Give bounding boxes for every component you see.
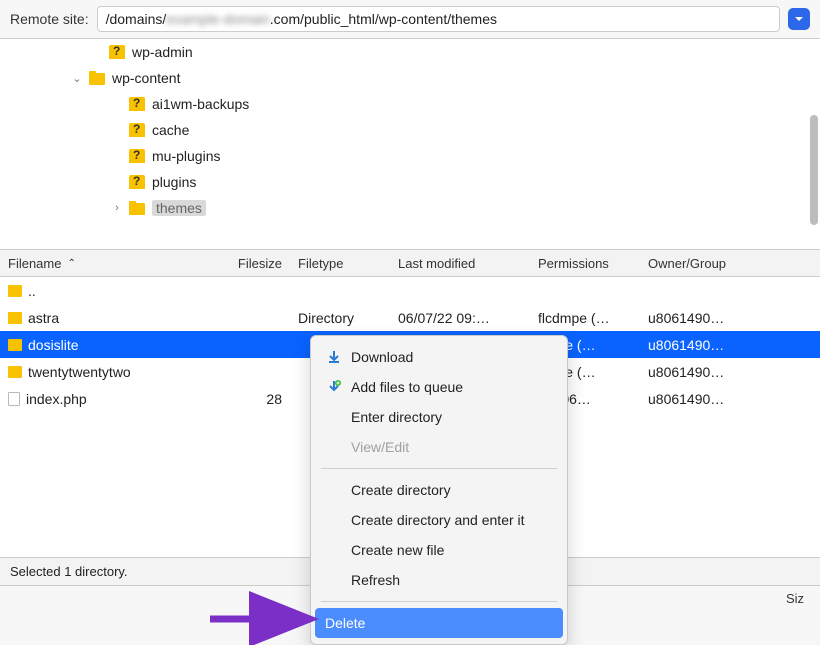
menu-separator xyxy=(321,468,557,469)
menu-item-label: Add files to queue xyxy=(351,379,463,395)
tree-item-ai1wm-backups[interactable]: ai1wm-backups xyxy=(0,91,820,117)
file-name: twentytwentytwo xyxy=(28,364,131,380)
arrow-annotation xyxy=(210,604,320,637)
unknown-folder-icon xyxy=(128,121,146,139)
expander-icon[interactable]: ⌄ xyxy=(70,72,84,85)
table-row[interactable]: .. xyxy=(0,277,820,304)
folder-icon xyxy=(8,312,22,324)
path-suffix: .com/public_html/wp-content/themes xyxy=(270,11,497,27)
menu-item-label: Refresh xyxy=(351,572,400,588)
menu-item-download[interactable]: Download xyxy=(311,342,567,372)
col-filesize[interactable]: Filesize xyxy=(210,256,290,271)
menu-item-label: Delete xyxy=(325,615,365,631)
file-name: astra xyxy=(28,310,59,326)
menu-item-label: View/Edit xyxy=(351,439,409,455)
file-modified: 06/07/22 09:… xyxy=(390,310,530,326)
tree-item-themes[interactable]: › themes xyxy=(0,195,820,221)
tree-item-mu-plugins[interactable]: mu-plugins xyxy=(0,143,820,169)
remote-site-path-bar: Remote site: /domains/example-domain.com… xyxy=(0,0,820,39)
folder-icon xyxy=(128,199,146,217)
menu-item-label: Create directory xyxy=(351,482,451,498)
folder-icon xyxy=(88,69,106,87)
col-owner-group[interactable]: Owner/Group xyxy=(640,256,750,271)
chevron-down-icon xyxy=(794,14,804,24)
context-menu[interactable]: Download Add files to queue Enter director… xyxy=(310,335,568,645)
tree-label: ai1wm-backups xyxy=(152,96,249,112)
tree-label: mu-plugins xyxy=(152,148,220,164)
file-owner: u8061490… xyxy=(640,310,750,326)
tree-label: plugins xyxy=(152,174,196,190)
unknown-folder-icon xyxy=(128,173,146,191)
folder-icon xyxy=(8,339,22,351)
remote-site-label: Remote site: xyxy=(10,11,89,27)
table-row[interactable]: astra Directory06/07/22 09:…flcdmpe (…u80… xyxy=(0,304,820,331)
folder-icon xyxy=(8,285,22,297)
menu-item-label: Create directory and enter it xyxy=(351,512,525,528)
sort-caret-icon: ⌃ xyxy=(67,258,75,269)
tree-scrollbar[interactable] xyxy=(810,115,818,225)
file-owner: u8061490… xyxy=(640,364,750,380)
unknown-folder-icon xyxy=(128,147,146,165)
file-size: 28 xyxy=(210,391,290,407)
menu-item-delete[interactable]: Delete xyxy=(315,608,563,638)
menu-item-label: Create new file xyxy=(351,542,444,558)
folder-icon xyxy=(8,366,22,378)
menu-item-refresh[interactable]: Refresh xyxy=(311,565,567,595)
menu-item-label: Enter directory xyxy=(351,409,442,425)
file-name: dosislite xyxy=(28,337,79,353)
col-permissions[interactable]: Permissions xyxy=(530,256,640,271)
col-filetype[interactable]: Filetype xyxy=(290,256,390,271)
file-name: .. xyxy=(28,283,36,299)
add-queue-icon xyxy=(325,380,343,394)
tree-label: wp-admin xyxy=(132,44,193,60)
expander-icon[interactable]: › xyxy=(110,202,124,214)
menu-item-add-files-to-queue[interactable]: Add files to queue xyxy=(311,372,567,402)
file-type: Directory xyxy=(290,310,390,326)
tree-item-cache[interactable]: cache xyxy=(0,117,820,143)
tree-item-wp-admin[interactable]: wp-admin xyxy=(0,39,820,65)
tree-label: cache xyxy=(152,122,189,138)
menu-item-create-directory-and-enter-it[interactable]: Create directory and enter it xyxy=(311,505,567,535)
menu-item-create-directory[interactable]: Create directory xyxy=(311,475,567,505)
download-icon xyxy=(325,350,343,364)
menu-item-enter-directory[interactable]: Enter directory xyxy=(311,402,567,432)
tree-label: wp-content xyxy=(112,70,180,86)
tree-item-plugins[interactable]: plugins xyxy=(0,169,820,195)
tree-label: themes xyxy=(152,200,206,216)
menu-item-create-new-file[interactable]: Create new file xyxy=(311,535,567,565)
tree-item-wp-content[interactable]: ⌄ wp-content xyxy=(0,65,820,91)
col-siz[interactable]: Siz xyxy=(786,591,804,606)
path-blur: example-domain xyxy=(166,11,270,27)
file-icon xyxy=(8,392,20,406)
file-permissions: flcdmpe (… xyxy=(530,310,640,326)
file-name: index.php xyxy=(26,391,87,407)
menu-separator xyxy=(321,601,557,602)
file-list-header[interactable]: Filename⌃ Filesize Filetype Last modifie… xyxy=(0,249,820,277)
menu-item-view-edit: View/Edit xyxy=(311,432,567,462)
remote-path-input[interactable]: /domains/example-domain.com/public_html/… xyxy=(97,6,780,32)
menu-item-label: Download xyxy=(351,349,413,365)
file-owner: u8061490… xyxy=(640,337,750,353)
path-prefix: /domains/ xyxy=(106,11,167,27)
unknown-folder-icon xyxy=(108,43,126,61)
unknown-folder-icon xyxy=(128,95,146,113)
remote-tree-pane[interactable]: wp-admin ⌄ wp-content ai1wm-backups cache mu-… xyxy=(0,39,820,249)
col-last-modified[interactable]: Last modified xyxy=(390,256,530,271)
file-owner: u8061490… xyxy=(640,391,750,407)
col-filename[interactable]: Filename⌃ xyxy=(0,256,210,271)
path-dropdown-button[interactable] xyxy=(788,8,810,30)
